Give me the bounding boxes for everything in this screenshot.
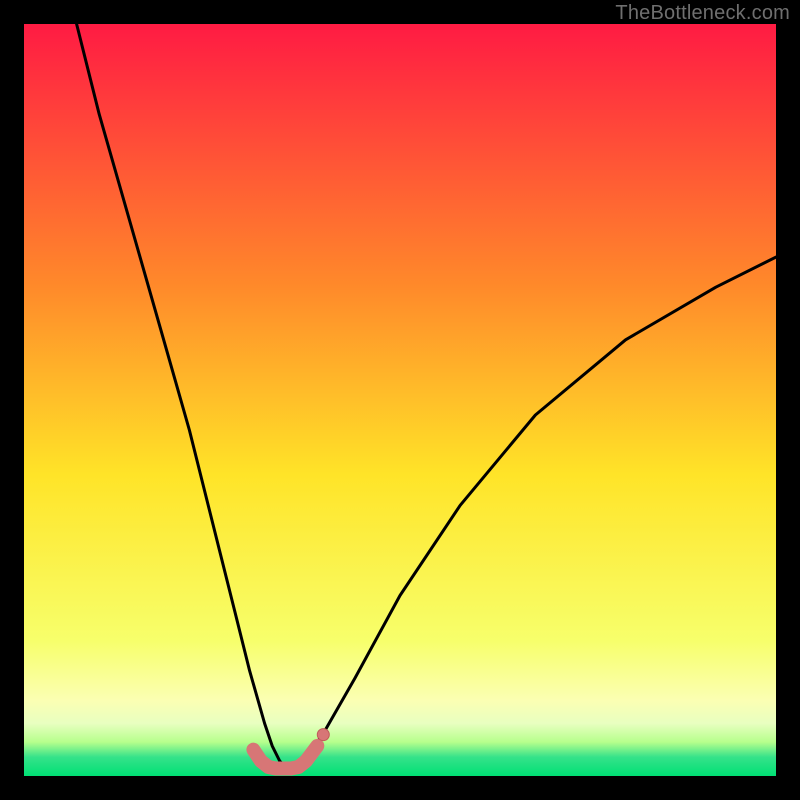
chart-frame xyxy=(24,24,776,776)
attribution-watermark: TheBottleneck.com xyxy=(615,2,790,25)
marker-dot xyxy=(317,729,329,741)
gradient-background xyxy=(24,24,776,776)
chart-svg xyxy=(24,24,776,776)
bottom-marker-dots xyxy=(317,729,329,741)
